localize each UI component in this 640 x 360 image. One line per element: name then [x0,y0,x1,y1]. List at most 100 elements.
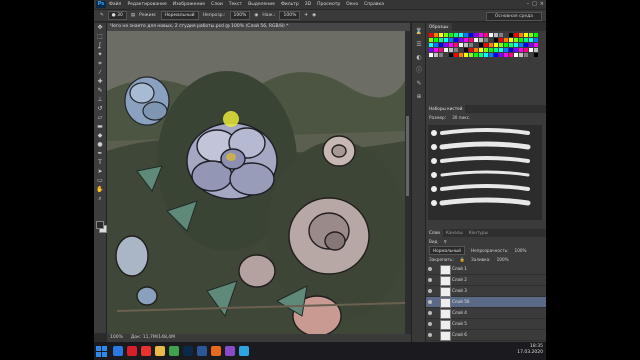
color-swatch[interactable] [444,43,448,47]
color-swatch[interactable] [509,53,513,57]
type-tool-icon[interactable]: T [96,159,104,167]
layer-opacity-input[interactable]: 100% [515,246,527,255]
eye-icon[interactable] [428,289,432,293]
healing-tool-icon[interactable]: ✚ [96,78,104,86]
color-swatch[interactable] [429,53,433,57]
blur-tool-icon[interactable]: ◆ [96,132,104,140]
zoom-tool-icon[interactable]: ⌕ [96,195,104,203]
foreground-color-swatch[interactable] [96,221,104,229]
menu-help[interactable]: Справка [364,2,384,7]
fill-input[interactable]: 100% [497,255,509,264]
history-brush-icon[interactable]: ↺ [96,105,104,113]
gradient-tool-icon[interactable]: ▬ [96,123,104,131]
color-swatch[interactable] [434,33,438,37]
zoom-level[interactable]: 100% [110,334,123,342]
move-tool-icon[interactable]: ✥ [96,24,104,32]
color-swatch[interactable] [489,43,493,47]
path-select-icon[interactable]: ➤ [96,168,104,176]
menu-type[interactable]: Текст [229,2,242,7]
color-swatch[interactable] [529,33,533,37]
color-swatch[interactable] [509,48,513,52]
menu-file[interactable]: Файл [109,2,121,7]
color-swatch[interactable] [444,48,448,52]
layer-row[interactable]: Слой 2 [426,275,546,286]
telegram-app-icon[interactable] [239,346,249,356]
minimize-icon[interactable]: – [527,1,530,7]
stamp-tool-icon[interactable]: ⊥ [96,96,104,104]
color-swatch[interactable] [499,38,503,42]
color-swatch[interactable] [494,33,498,37]
layer-row[interactable]: Слой 56 [426,297,546,308]
color-swatch[interactable] [524,38,528,42]
color-swatch[interactable] [524,33,528,37]
color-swatch[interactable] [524,53,528,57]
eye-icon[interactable] [428,333,432,337]
eye-icon[interactable] [428,322,432,326]
color-swatch[interactable] [494,53,498,57]
windows-start-icon[interactable] [96,345,107,357]
color-swatch[interactable] [464,53,468,57]
color-swatch[interactable] [434,53,438,57]
browser-app-icon[interactable] [113,346,123,356]
color-swatch[interactable] [459,48,463,52]
color-swatch[interactable] [519,33,523,37]
color-swatch[interactable] [499,33,503,37]
eyedropper-tool-icon[interactable]: ⁄ [96,69,104,77]
color-swatch[interactable] [494,43,498,47]
color-swatch[interactable] [429,38,433,42]
chrome-app-icon[interactable] [169,346,179,356]
tab-paths[interactable]: Контуры [466,229,491,237]
tab-swatches[interactable]: Образцы [426,23,452,31]
color-swatch[interactable] [504,48,508,52]
shape-tool-icon[interactable]: ▭ [96,177,104,185]
eye-icon[interactable] [428,278,432,282]
color-swatch[interactable] [484,38,488,42]
color-swatch[interactable] [519,38,523,42]
color-swatch[interactable] [464,33,468,37]
color-swatch[interactable] [514,33,518,37]
folder-app-icon[interactable] [155,346,165,356]
color-swatch[interactable] [429,33,433,37]
color-swatch[interactable] [469,38,473,42]
color-swatch[interactable] [444,33,448,37]
media-app-icon[interactable] [211,346,221,356]
color-swatch[interactable] [509,43,513,47]
color-swatch[interactable] [449,43,453,47]
color-swatch[interactable] [489,48,493,52]
color-swatch[interactable] [464,43,468,47]
color-swatch[interactable] [489,53,493,57]
color-swatch[interactable] [534,43,538,47]
color-swatch[interactable] [469,33,473,37]
color-swatch[interactable] [524,43,528,47]
color-swatch[interactable] [494,38,498,42]
color-swatch[interactable] [439,53,443,57]
color-swatch[interactable] [454,53,458,57]
color-swatch[interactable] [509,33,513,37]
tab-channels[interactable]: Каналы [443,229,466,237]
color-swatch[interactable] [489,33,493,37]
color-swatch[interactable] [504,33,508,37]
mode-select[interactable]: Нормальный [160,11,199,20]
crop-tool-icon[interactable]: ⌗ [96,60,104,68]
airbrush-icon[interactable]: ✈ [304,13,308,18]
close-icon[interactable]: × [540,1,544,7]
color-swatch[interactable] [439,33,443,37]
maximize-icon[interactable]: □ [532,1,537,7]
color-swatch[interactable] [454,38,458,42]
flow-input[interactable]: 100% [279,11,301,20]
color-swatch[interactable] [519,53,523,57]
photoshop-app-icon[interactable] [183,346,193,356]
color-swatch[interactable] [459,38,463,42]
color-swatch[interactable] [474,38,478,42]
yandex-app-icon[interactable] [141,346,151,356]
adjustments-panel-icon[interactable]: ◐ [415,53,424,62]
layer-row[interactable]: Слой 6 [426,330,546,341]
properties-panel-icon[interactable]: ☰ [415,40,424,49]
color-swatch[interactable] [459,53,463,57]
color-swatch[interactable] [529,43,533,47]
color-swatch[interactable] [534,38,538,42]
color-swatch[interactable] [514,48,518,52]
color-swatch[interactable] [519,43,523,47]
color-swatch[interactable] [429,43,433,47]
color-swatch[interactable] [434,38,438,42]
